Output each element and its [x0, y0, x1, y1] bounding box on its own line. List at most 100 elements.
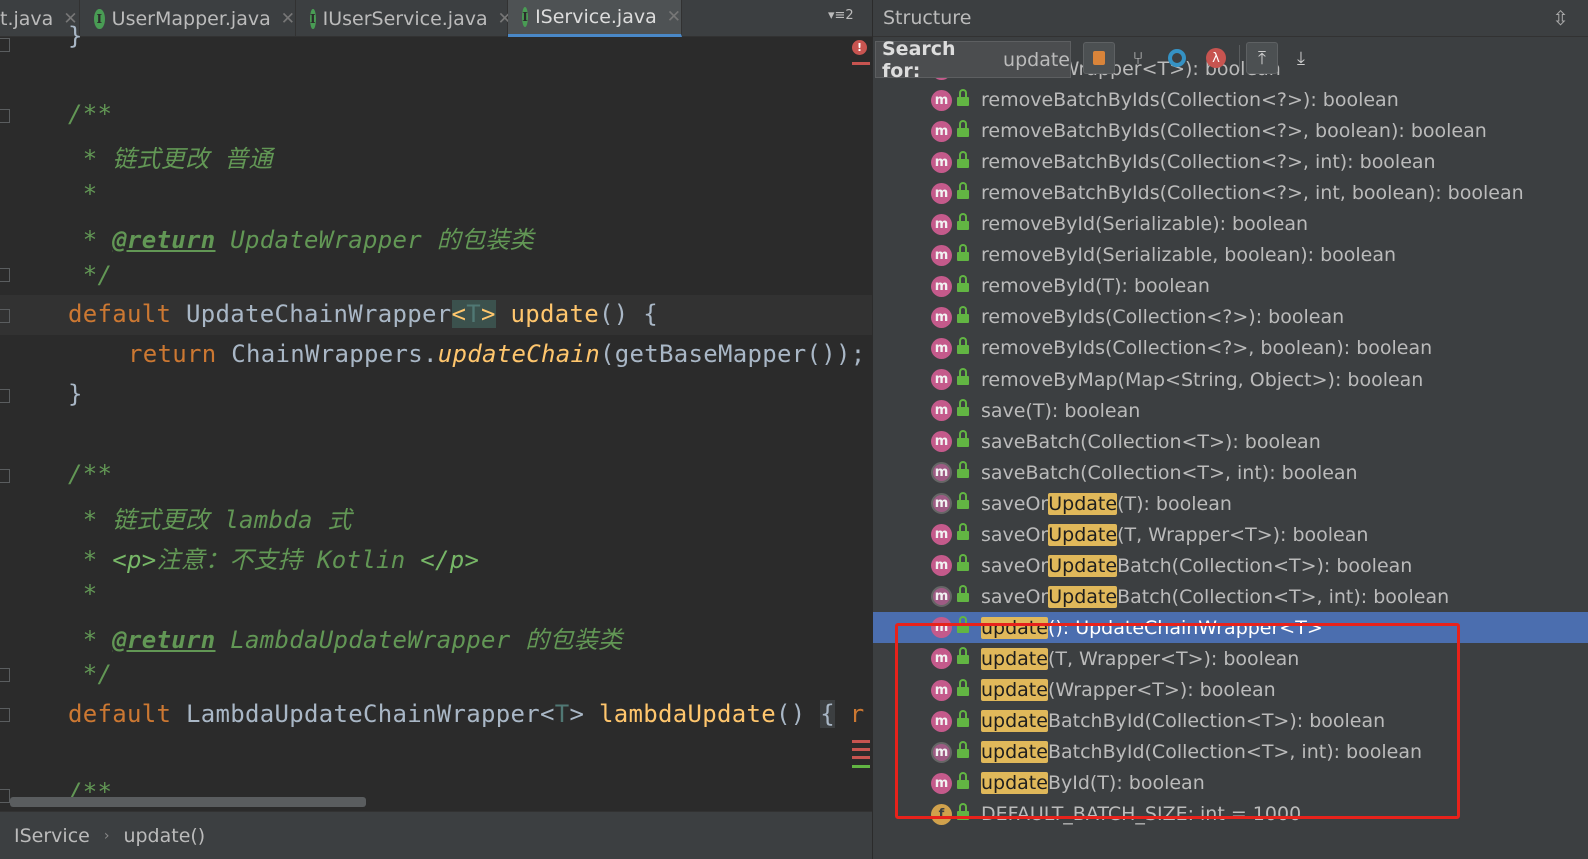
public-access-icon	[957, 647, 969, 665]
fold-marker[interactable]	[0, 389, 10, 403]
fold-marker[interactable]	[0, 668, 10, 682]
interface-icon: I	[522, 7, 529, 27]
code-line[interactable]: default LambdaUpdateChainWrapper<T> lamb…	[68, 700, 864, 728]
fold-marker[interactable]	[0, 268, 10, 282]
code-line[interactable]: return ChainWrappers.updateChain(getBase…	[128, 340, 866, 368]
code-line[interactable]: */	[68, 660, 112, 688]
code-line[interactable]: */	[68, 261, 112, 289]
structure-item[interactable]: m saveBatch(Collection<T>): boolean	[873, 426, 1588, 457]
structure-item[interactable]: m save(T): boolean	[873, 395, 1588, 426]
structure-item[interactable]: m saveOrUpdateBatch(Collection<T>): boole…	[873, 550, 1588, 581]
code-line[interactable]: /**	[68, 460, 112, 488]
tab-iservice-java[interactable]: I IService.java ✕	[508, 0, 682, 37]
public-access-icon	[957, 802, 969, 821]
code-line[interactable]: *	[68, 580, 98, 608]
error-stripe-mark[interactable]	[852, 62, 870, 65]
field-icon	[1168, 49, 1186, 67]
structure-item[interactable]: m update(Wrapper<T>): boolean	[873, 675, 1588, 706]
code-line[interactable]: }	[68, 380, 83, 408]
hierarchy-icon: ⑂	[1132, 47, 1144, 69]
structure-item[interactable]: m update(T, Wrapper<T>): boolean	[873, 643, 1588, 674]
speed-search-popup[interactable]: Search for: update	[875, 38, 1071, 82]
public-access-icon	[957, 585, 969, 603]
structure-item[interactable]: m removeByIds(Collection<?>): boolean	[873, 302, 1588, 333]
autoscroll-to-source-button[interactable]: ⤒	[1246, 42, 1278, 74]
structure-item[interactable]: m updateBatchById(Collection<T>): boolean	[873, 706, 1588, 737]
structure-item[interactable]: m removeBatchByIds(Collection<?>, int): b…	[873, 147, 1588, 178]
fold-marker[interactable]	[0, 38, 10, 52]
structure-item-label: updateById(T): boolean	[981, 772, 1205, 795]
fold-marker[interactable]	[0, 109, 10, 123]
structure-item-label: removeBatchByIds(Collection<?>, boolean)…	[981, 120, 1487, 142]
code-line[interactable]: }	[68, 22, 83, 50]
show-inherited-button[interactable]: ⑂	[1122, 42, 1154, 74]
code-editor[interactable]: t.java ✕ I UserMapper.java ✕ I IUserServ…	[0, 0, 872, 859]
structure-item[interactable]: m removeBatchByIds(Collection<?>, boolean…	[873, 116, 1588, 147]
structure-item[interactable]: m saveBatch(Collection<T>, int): boolean	[873, 457, 1588, 488]
tab-label: IUserService.java	[322, 7, 488, 30]
horizontal-scrollbar[interactable]	[10, 797, 366, 807]
structure-item[interactable]: m updateById(T): boolean	[873, 768, 1588, 799]
structure-item-label: removeByIds(Collection<?>, boolean): boo…	[981, 337, 1432, 359]
tab-list-button[interactable]: ▾≡2	[828, 8, 854, 23]
search-input[interactable]: update	[1003, 49, 1070, 71]
show-non-public-button[interactable]	[1083, 42, 1115, 74]
code-line[interactable]: * <p>注意：不支持 Kotlin </p>	[68, 540, 479, 575]
breadcrumb-item[interactable]: IService	[14, 825, 90, 847]
public-access-icon	[957, 709, 969, 728]
structure-item[interactable]: m removeById(Serializable, boolean): bool…	[873, 240, 1588, 271]
structure-item[interactable]: f DEFAULT_BATCH_SIZE: int = 1000	[873, 799, 1588, 830]
fold-marker[interactable]	[0, 708, 10, 722]
label-text: removeById(Serializable, boolean): boole…	[981, 244, 1397, 267]
code-line[interactable]: default UpdateChainWrapper<T> update() {	[68, 300, 658, 328]
structure-tree[interactable]: mremove(Wrapper<T>): booleanmremoveBatch…	[873, 37, 1588, 859]
breadcrumb-item[interactable]: update()	[123, 825, 205, 847]
error-icon[interactable]: !	[852, 40, 867, 55]
structure-item[interactable]: m saveOrUpdateBatch(Collection<T>, int): …	[873, 581, 1588, 612]
structure-item[interactable]: m removeBatchByIds(Collection<?>, int, bo…	[873, 178, 1588, 209]
change-stripe-mark[interactable]	[852, 765, 870, 768]
method-icon: m	[931, 524, 952, 546]
structure-item[interactable]: m removeById(T): boolean	[873, 271, 1588, 302]
search-match-highlight: Update	[1048, 523, 1118, 546]
tab-iuserservice-java[interactable]: I IUserService.java ✕	[296, 0, 512, 37]
code-line[interactable]: * @return UpdateWrapper 的包装类	[68, 220, 534, 255]
structure-item[interactable]: m removeByMap(Map<String, Object>): boole…	[873, 364, 1588, 395]
show-lambdas-button[interactable]: λ	[1200, 42, 1232, 74]
error-stripe-mark[interactable]	[852, 740, 870, 743]
tab-label: IService.java	[535, 6, 657, 28]
lock-icon	[1093, 51, 1105, 65]
method-icon: m	[931, 648, 952, 670]
collapse-all-icon[interactable]: ⇳	[1552, 6, 1569, 30]
method-icon: m	[931, 151, 952, 173]
fold-marker[interactable]	[0, 789, 10, 803]
fold-marker[interactable]	[0, 309, 10, 323]
structure-item[interactable]: m removeById(Serializable): boolean	[873, 209, 1588, 240]
structure-item[interactable]: m removeByIds(Collection<?>, boolean): bo…	[873, 333, 1588, 364]
structure-item[interactable]: m saveOrUpdate(T): boolean	[873, 488, 1588, 519]
tab-usermapper-java[interactable]: I UserMapper.java ✕	[80, 0, 296, 37]
close-icon[interactable]: ✕	[667, 7, 681, 27]
close-icon[interactable]: ✕	[281, 9, 295, 29]
code-line[interactable]: * 链式更改 普通	[68, 139, 273, 174]
fold-marker[interactable]	[0, 469, 10, 483]
error-stripe-mark[interactable]	[852, 756, 870, 759]
code-line[interactable]: * 链式更改 lambda 式	[68, 500, 352, 535]
structure-item-label: saveOrUpdateBatch(Collection<T>, int): b…	[981, 585, 1449, 608]
label-text: (): UpdateChainWrapper<T>	[1047, 616, 1323, 639]
structure-item[interactable]: m removeBatchByIds(Collection<?>): boolea…	[873, 85, 1588, 116]
structure-item[interactable]: m saveOrUpdate(T, Wrapper<T>): boolean	[873, 519, 1588, 550]
autoscroll-from-source-button[interactable]: ⤓	[1285, 42, 1317, 74]
public-access-icon	[957, 88, 969, 107]
error-stripe-mark[interactable]	[852, 748, 870, 751]
label-text: BatchById(Collection<T>): boolean	[1047, 710, 1386, 733]
structure-item[interactable]: m updateBatchById(Collection<T>, int): bo…	[873, 737, 1588, 768]
code-line[interactable]: /**	[68, 100, 112, 128]
public-access-icon	[957, 523, 969, 541]
label-text: removeBatchByIds(Collection<?>, int): bo…	[981, 151, 1436, 174]
code-line[interactable]: *	[68, 180, 98, 208]
show-fields-button[interactable]	[1161, 42, 1193, 74]
public-access-icon	[957, 492, 969, 510]
structure-item[interactable]: m update(): UpdateChainWrapper<T>	[873, 612, 1588, 644]
code-line[interactable]: * @return LambdaUpdateWrapper 的包装类	[68, 620, 622, 655]
